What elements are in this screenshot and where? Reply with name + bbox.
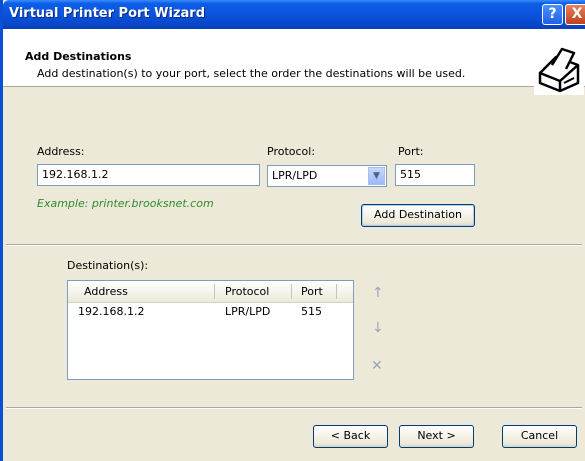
list-header: Address Protocol Port	[68, 281, 353, 303]
divider-bottom	[6, 407, 582, 409]
address-label: Address:	[37, 145, 85, 158]
row-protocol: LPR/LPD	[225, 305, 271, 318]
title-bar[interactable]: Virtual Printer Port Wizard ? X	[3, 0, 585, 29]
protocol-label: Protocol:	[267, 145, 316, 158]
divider-top	[6, 244, 582, 246]
column-port[interactable]: Port	[301, 285, 323, 298]
close-button[interactable]: X	[565, 4, 585, 25]
column-divider[interactable]	[291, 284, 292, 299]
add-destination-button[interactable]: Add Destination	[361, 204, 475, 227]
cancel-button[interactable]: Cancel	[502, 425, 577, 448]
back-button[interactable]: < Back	[313, 425, 388, 448]
chevron-down-icon[interactable]: ▼	[368, 167, 385, 185]
wizard-header: Add Destinations Add destination(s) to y…	[3, 29, 585, 95]
remove-icon[interactable]: ✕	[371, 358, 383, 374]
address-input[interactable]: 192.168.1.2	[37, 164, 260, 186]
port-label: Port:	[398, 145, 424, 158]
printer-icon	[534, 43, 584, 95]
protocol-value: LPR/LPD	[272, 169, 318, 182]
destinations-list[interactable]: Address Protocol Port 192.168.1.2 LPR/LP…	[67, 280, 354, 380]
arrow-down-icon[interactable]: ↓	[372, 320, 384, 336]
column-protocol[interactable]: Protocol	[225, 285, 269, 298]
example-hint: Example: printer.brooksnet.com	[37, 197, 214, 210]
port-input[interactable]: 515	[395, 164, 475, 186]
column-divider[interactable]	[214, 284, 215, 299]
next-button[interactable]: Next >	[399, 425, 474, 448]
help-button[interactable]: ?	[542, 4, 563, 25]
window-title: Virtual Printer Port Wizard	[9, 6, 206, 21]
protocol-select[interactable]: LPR/LPD ▼	[267, 165, 387, 187]
wizard-window: Virtual Printer Port Wizard ? X Add Dest…	[0, 0, 585, 461]
column-divider[interactable]	[336, 284, 337, 299]
page-subtitle: Add destination(s) to your port, select …	[37, 67, 466, 80]
column-address[interactable]: Address	[84, 285, 128, 298]
row-port: 515	[301, 305, 322, 318]
arrow-up-icon[interactable]: ↑	[372, 285, 384, 301]
destinations-label: Destination(s):	[67, 259, 149, 272]
row-address: 192.168.1.2	[78, 305, 145, 318]
page-title: Add Destinations	[25, 50, 132, 63]
